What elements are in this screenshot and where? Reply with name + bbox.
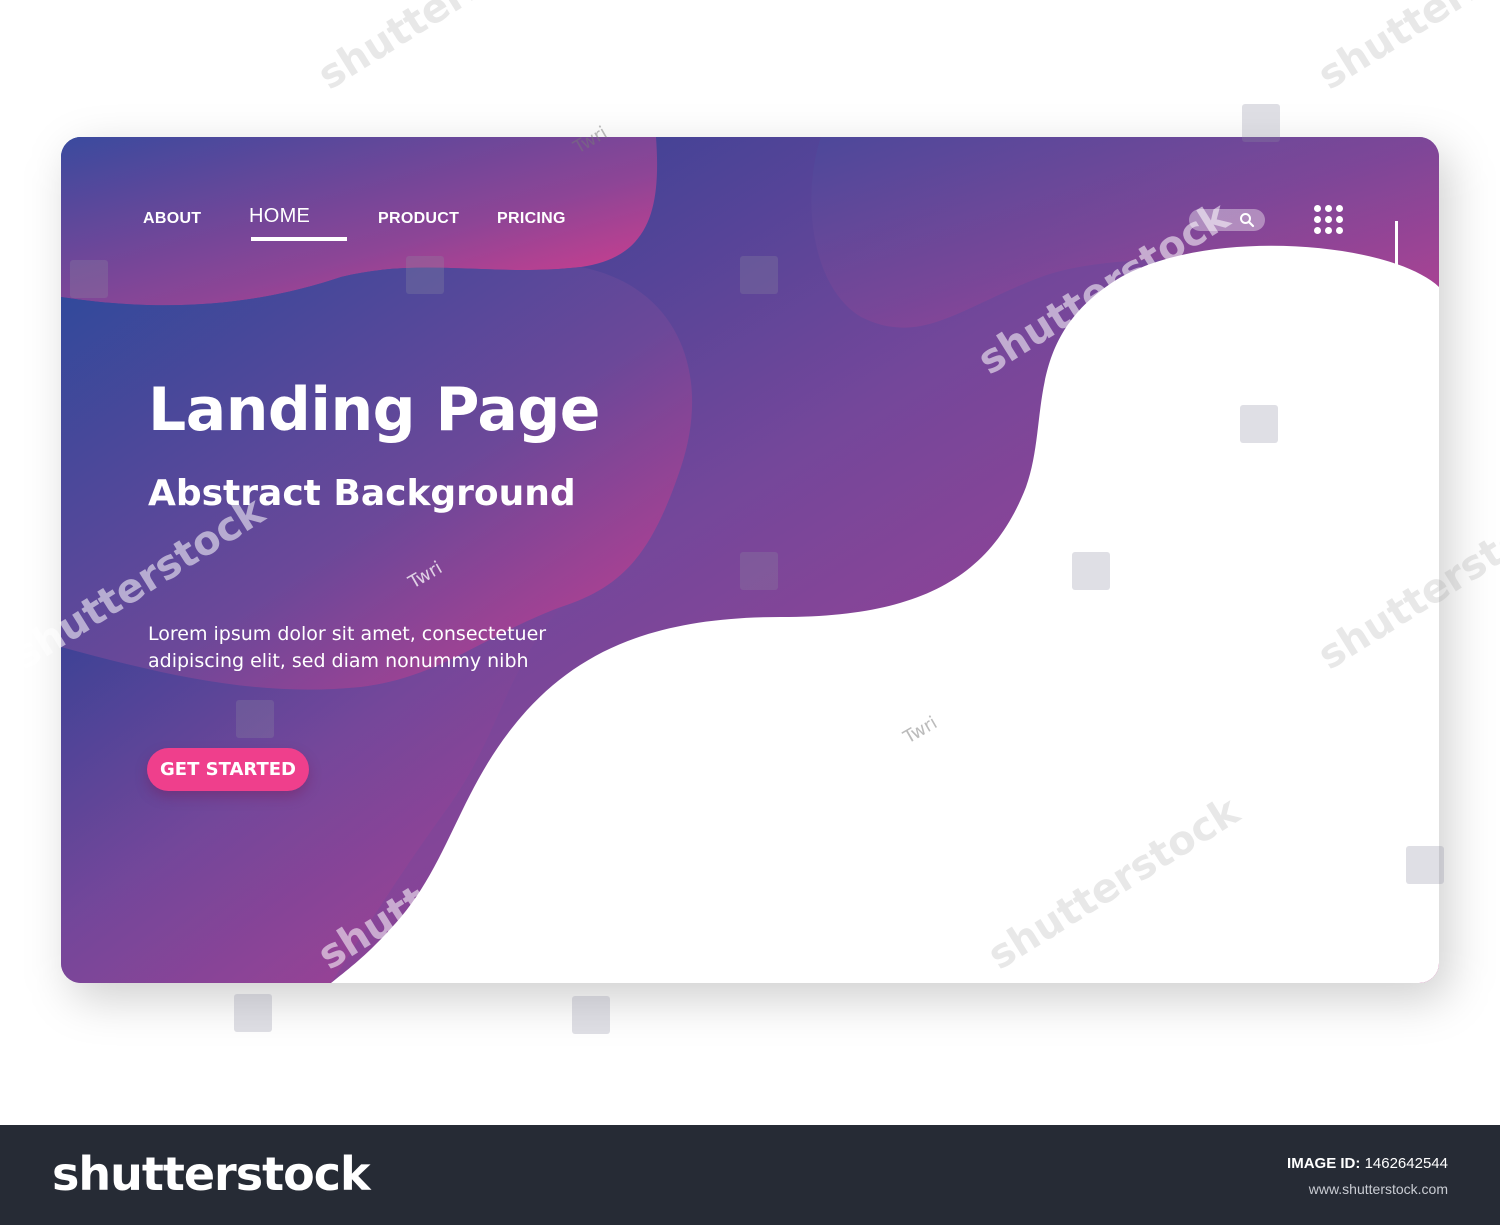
grid-menu-icon[interactable] [1312, 205, 1352, 237]
scroll-indicator [1395, 221, 1398, 271]
image-id-value: 1462642544 [1364, 1155, 1448, 1172]
search-input[interactable] [1189, 209, 1265, 231]
image-id-label: IMAGE ID: [1287, 1155, 1361, 1172]
nav-home[interactable]: HOME [249, 205, 310, 228]
hero-subtitle: Abstract Background [148, 473, 576, 514]
hero-body-line2: adipiscing elit, sed diam nonummy nibh [148, 650, 529, 672]
nav-pricing[interactable]: PRICING [497, 210, 566, 228]
hero-body: Lorem ipsum dolor sit amet, consectetuer… [148, 621, 618, 675]
nav-product[interactable]: PRODUCT [378, 210, 459, 228]
stage: ABOUT HOME PRODUCT PRICING Landing Page … [0, 0, 1500, 1125]
hero-title: Landing Page [148, 375, 601, 445]
footer-url: www.shutterstock.com [1308, 1181, 1448, 1197]
abstract-wave-background [61, 137, 1439, 983]
footer-logo: shutterstock [52, 1147, 371, 1201]
stock-footer: shutterstock IMAGE ID: 1462642544 www.sh… [0, 1125, 1500, 1225]
nav-about[interactable]: ABOUT [143, 210, 201, 228]
get-started-button[interactable]: GET STARTED [147, 748, 309, 791]
watermark-text: shutterstock [1310, 0, 1500, 100]
image-id: IMAGE ID: 1462642544 [1287, 1155, 1448, 1172]
nav-active-underline [251, 237, 347, 241]
hero-body-line1: Lorem ipsum dolor sit amet, consectetuer [148, 623, 547, 645]
landing-page-card: ABOUT HOME PRODUCT PRICING Landing Page … [61, 137, 1439, 983]
watermark-text: shutterstock [310, 0, 578, 100]
search-icon [1240, 213, 1255, 228]
watermark-mark [572, 996, 610, 1034]
